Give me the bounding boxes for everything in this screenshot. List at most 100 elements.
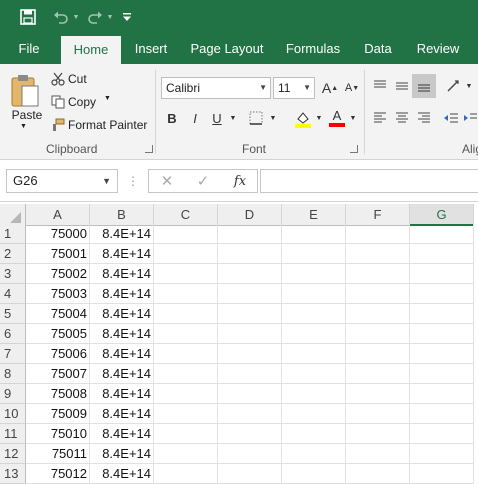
cell-e13[interactable] (282, 464, 346, 484)
cell-e11[interactable] (282, 424, 346, 444)
cell-d8[interactable] (218, 364, 282, 384)
cell-g11[interactable] (410, 424, 474, 444)
borders-icon[interactable] (246, 108, 266, 128)
font-color-dropdown-icon[interactable]: ▼ (348, 110, 358, 126)
cell-c13[interactable] (154, 464, 218, 484)
undo-dropdown-icon[interactable]: ▼ (71, 6, 81, 28)
cell-d10[interactable] (218, 404, 282, 424)
align-bottom-icon[interactable] (412, 74, 436, 98)
redo-icon[interactable] (84, 6, 106, 28)
cancel-icon[interactable]: ✕ (157, 172, 177, 190)
select-all-button[interactable] (0, 204, 26, 226)
row-header[interactable]: 2 (0, 244, 26, 264)
italic-button[interactable]: I (185, 108, 205, 128)
align-center-icon[interactable] (392, 108, 412, 128)
tab-page-layout[interactable]: Page Layout (184, 34, 270, 64)
cell-a8[interactable]: 75007 (26, 364, 90, 384)
cell-a7[interactable]: 75006 (26, 344, 90, 364)
align-right-icon[interactable] (414, 108, 434, 128)
cell-c5[interactable] (154, 304, 218, 324)
insert-function-icon[interactable]: fx (229, 172, 251, 190)
cell-f7[interactable] (346, 344, 410, 364)
cell-a11[interactable]: 75010 (26, 424, 90, 444)
cell-c4[interactable] (154, 284, 218, 304)
increase-indent-icon[interactable] (462, 108, 478, 128)
cell-f10[interactable] (346, 404, 410, 424)
cell-c3[interactable] (154, 264, 218, 284)
customize-qat-icon[interactable] (120, 6, 134, 28)
column-header-c[interactable]: C (154, 204, 218, 226)
row-header[interactable]: 11 (0, 424, 26, 444)
cell-e2[interactable] (282, 244, 346, 264)
tab-insert[interactable]: Insert (127, 34, 175, 64)
cell-b12[interactable]: 8.4E+14 (90, 444, 154, 464)
cell-g7[interactable] (410, 344, 474, 364)
cell-g13[interactable] (410, 464, 474, 484)
cell-f4[interactable] (346, 284, 410, 304)
cell-e7[interactable] (282, 344, 346, 364)
cell-c12[interactable] (154, 444, 218, 464)
orientation-dropdown-icon[interactable]: ▼ (464, 78, 474, 94)
cell-f11[interactable] (346, 424, 410, 444)
row-header[interactable]: 12 (0, 444, 26, 464)
cell-g3[interactable] (410, 264, 474, 284)
cell-b4[interactable]: 8.4E+14 (90, 284, 154, 304)
cell-a2[interactable]: 75001 (26, 244, 90, 264)
column-header-e[interactable]: E (282, 204, 346, 226)
cell-c2[interactable] (154, 244, 218, 264)
fill-color-icon[interactable] (292, 108, 314, 130)
cell-f1[interactable] (346, 224, 410, 244)
orientation-icon[interactable] (444, 76, 464, 96)
tab-review[interactable]: Review (410, 34, 466, 64)
cell-b10[interactable]: 8.4E+14 (90, 404, 154, 424)
cell-a9[interactable]: 75008 (26, 384, 90, 404)
cell-f9[interactable] (346, 384, 410, 404)
cell-e10[interactable] (282, 404, 346, 424)
copy-button[interactable]: Copy (68, 94, 96, 110)
cell-b3[interactable]: 8.4E+14 (90, 264, 154, 284)
row-header[interactable]: 6 (0, 324, 26, 344)
cell-e8[interactable] (282, 364, 346, 384)
cell-e12[interactable] (282, 444, 346, 464)
cell-f13[interactable] (346, 464, 410, 484)
confirm-icon[interactable]: ✓ (193, 172, 213, 190)
cell-a10[interactable]: 75009 (26, 404, 90, 424)
format-painter-button[interactable]: Format Painter (68, 117, 147, 133)
column-header-a[interactable]: A (26, 204, 90, 226)
cell-g2[interactable] (410, 244, 474, 264)
cell-g9[interactable] (410, 384, 474, 404)
clipboard-launcher-icon[interactable] (145, 145, 153, 153)
cell-b2[interactable]: 8.4E+14 (90, 244, 154, 264)
cell-d3[interactable] (218, 264, 282, 284)
tab-data[interactable]: Data (356, 34, 400, 64)
font-name-select[interactable]: Calibri ▼ (161, 77, 271, 99)
align-middle-icon[interactable] (392, 76, 412, 96)
decrease-font-icon[interactable]: A ▼ (342, 78, 362, 98)
underline-button[interactable]: U (207, 108, 227, 128)
cell-c6[interactable] (154, 324, 218, 344)
cell-f12[interactable] (346, 444, 410, 464)
cell-b8[interactable]: 8.4E+14 (90, 364, 154, 384)
row-header[interactable]: 13 (0, 464, 26, 484)
decrease-indent-icon[interactable] (442, 108, 460, 128)
tab-formulas[interactable]: Formulas (280, 34, 346, 64)
cell-f6[interactable] (346, 324, 410, 344)
row-header[interactable]: 9 (0, 384, 26, 404)
row-header[interactable]: 4 (0, 284, 26, 304)
column-header-g[interactable]: G (410, 204, 474, 226)
paste-button[interactable]: Paste (10, 108, 44, 122)
cell-c10[interactable] (154, 404, 218, 424)
cell-a3[interactable]: 75002 (26, 264, 90, 284)
font-color-button[interactable]: A (326, 106, 348, 130)
cell-d2[interactable] (218, 244, 282, 264)
cell-d9[interactable] (218, 384, 282, 404)
cell-d5[interactable] (218, 304, 282, 324)
cell-g1[interactable] (410, 224, 474, 244)
cell-c11[interactable] (154, 424, 218, 444)
font-size-select[interactable]: 11 ▼ (273, 77, 315, 99)
row-header[interactable]: 3 (0, 264, 26, 284)
row-header[interactable]: 10 (0, 404, 26, 424)
cell-e4[interactable] (282, 284, 346, 304)
cell-a13[interactable]: 75012 (26, 464, 90, 484)
column-header-d[interactable]: D (218, 204, 282, 226)
